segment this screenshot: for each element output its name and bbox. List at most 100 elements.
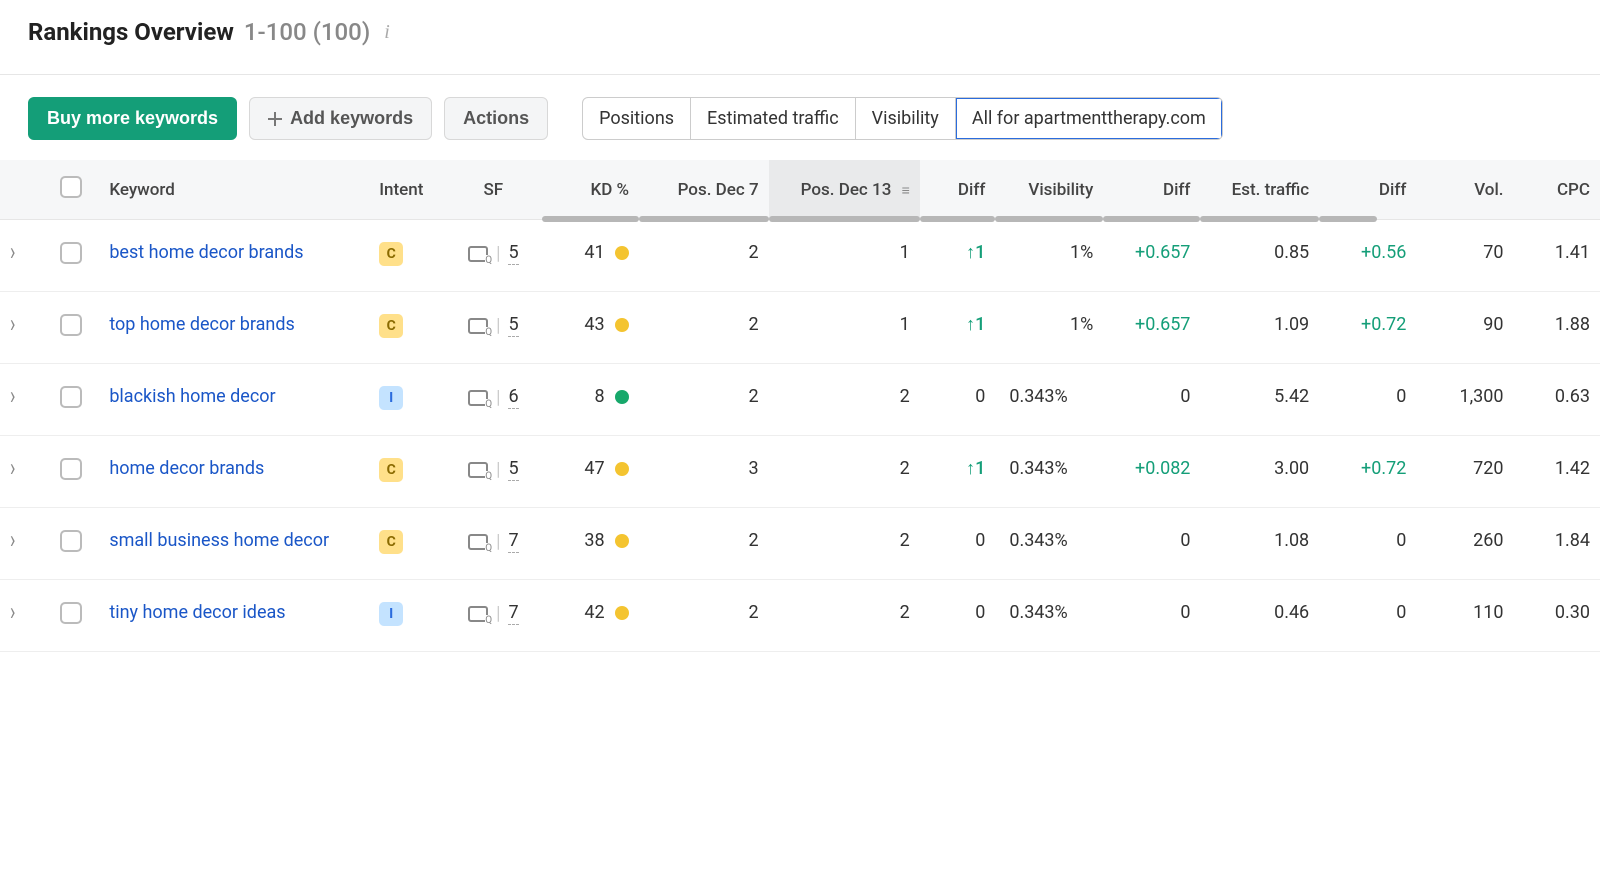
volume-value: 1,300 [1416, 364, 1513, 436]
serp-icon [468, 318, 488, 334]
serp-features[interactable]: |5 [468, 458, 519, 481]
tab-all-for-domain[interactable]: All for apartmenttherapy.com [956, 98, 1222, 139]
serp-features[interactable]: |7 [468, 602, 519, 625]
row-checkbox[interactable] [60, 242, 82, 264]
col-keyword[interactable]: Keyword [99, 160, 369, 220]
expand-row-icon[interactable]: › [10, 238, 20, 267]
serp-features[interactable]: |5 [468, 314, 519, 337]
col-sf[interactable]: SF [445, 160, 542, 220]
keyword-link[interactable]: home decor brands [109, 458, 264, 479]
kd-difficulty-dot [615, 606, 629, 620]
tab-positions[interactable]: Positions [583, 98, 691, 139]
intent-badge: C [379, 458, 403, 482]
select-all-checkbox[interactable] [60, 176, 82, 198]
page-range: 1-100 (100) [244, 18, 370, 46]
col-pos1[interactable]: Pos. Dec 7 [639, 160, 769, 220]
row-checkbox[interactable] [60, 386, 82, 408]
tab-estimated-traffic[interactable]: Estimated traffic [691, 98, 856, 139]
serp-icon [468, 534, 488, 550]
visibility-value: 1% [995, 292, 1103, 364]
est-traffic-diff: +0.72 [1319, 436, 1416, 508]
keyword-link[interactable]: tiny home decor ideas [109, 602, 285, 623]
col-expand [0, 160, 50, 220]
pos-dec13: 1 [769, 220, 920, 292]
table-row: ›blackish home decorI|68 2200.343%05.420… [0, 364, 1600, 436]
col-diff2[interactable]: Diff [1103, 160, 1200, 220]
horizontal-scrollbar[interactable] [920, 216, 996, 222]
serp-features[interactable]: |5 [468, 242, 519, 265]
intent-badge: C [379, 242, 403, 266]
pos-diff: ↑1 [920, 436, 996, 508]
horizontal-scrollbar[interactable] [995, 216, 1103, 222]
info-icon[interactable]: i [380, 21, 394, 44]
row-checkbox[interactable] [60, 458, 82, 480]
col-diff3[interactable]: Diff [1319, 160, 1416, 220]
serp-icon [468, 606, 488, 622]
expand-row-icon[interactable]: › [10, 598, 20, 627]
pos-dec7: 2 [639, 220, 769, 292]
tab-visibility[interactable]: Visibility [856, 98, 956, 139]
horizontal-scrollbar[interactable] [769, 216, 920, 222]
cpc-value: 1.84 [1514, 508, 1600, 580]
keyword-link[interactable]: top home decor brands [109, 314, 295, 335]
row-checkbox[interactable] [60, 602, 82, 624]
intent-badge: C [379, 314, 403, 338]
expand-row-icon[interactable]: › [10, 454, 20, 483]
table-row: ›home decor brandsC|547 32↑10.343%+0.082… [0, 436, 1600, 508]
page-header: Rankings Overview 1-100 (100) i [0, 0, 1600, 75]
add-keywords-label: Add keywords [290, 108, 413, 129]
horizontal-scrollbar[interactable] [542, 216, 639, 222]
expand-row-icon[interactable]: › [10, 310, 20, 339]
keyword-link[interactable]: best home decor brands [109, 242, 303, 263]
keyword-link[interactable]: blackish home decor [109, 386, 275, 407]
horizontal-scrollbar[interactable] [1103, 216, 1200, 222]
sort-indicator-icon: ≡ [902, 182, 910, 199]
serp-icon [468, 246, 488, 262]
row-checkbox[interactable] [60, 314, 82, 336]
horizontal-scrollbar[interactable] [1200, 216, 1319, 222]
col-intent[interactable]: Intent [369, 160, 445, 220]
col-pos2[interactable]: Pos. Dec 13 ≡ [769, 160, 920, 220]
col-visibility[interactable]: Visibility [995, 160, 1103, 220]
page-title: Rankings Overview [28, 18, 234, 46]
col-checkbox[interactable] [50, 160, 100, 220]
pos-diff: 0 [920, 364, 996, 436]
est-traffic-value: 3.00 [1200, 436, 1319, 508]
serp-count: 5 [508, 242, 518, 265]
keyword-link[interactable]: small business home decor [109, 530, 329, 551]
cpc-value: 0.63 [1514, 364, 1600, 436]
pos-dec13: 2 [769, 364, 920, 436]
serp-count: 5 [508, 314, 518, 337]
est-traffic-diff: 0 [1319, 364, 1416, 436]
kd-cell: 38 [542, 508, 639, 580]
table-row: ›small business home decorC|738 2200.343… [0, 508, 1600, 580]
pos-diff: 0 [920, 508, 996, 580]
kd-cell: 8 [542, 364, 639, 436]
plus-icon [268, 112, 282, 126]
actions-button[interactable]: Actions [444, 97, 548, 140]
col-est-traffic[interactable]: Est. traffic [1200, 160, 1319, 220]
expand-row-icon[interactable]: › [10, 526, 20, 555]
col-diff1[interactable]: Diff [920, 160, 996, 220]
serp-features[interactable]: |7 [468, 530, 519, 553]
expand-row-icon[interactable]: › [10, 382, 20, 411]
pos-dec7: 3 [639, 436, 769, 508]
volume-value: 90 [1416, 292, 1513, 364]
buy-keywords-button[interactable]: Buy more keywords [28, 97, 237, 140]
est-traffic-diff: 0 [1319, 508, 1416, 580]
est-traffic-diff: +0.56 [1319, 220, 1416, 292]
horizontal-scrollbar[interactable] [1319, 216, 1377, 222]
serp-count: 6 [508, 386, 518, 409]
row-checkbox[interactable] [60, 530, 82, 552]
add-keywords-button[interactable]: Add keywords [249, 97, 432, 140]
horizontal-scrollbar[interactable] [639, 216, 769, 222]
est-traffic-diff: 0 [1319, 580, 1416, 652]
intent-badge: C [379, 530, 403, 554]
col-cpc[interactable]: CPC [1514, 160, 1600, 220]
pos-dec13: 1 [769, 292, 920, 364]
toolbar: Buy more keywords Add keywords Actions P… [0, 75, 1600, 140]
cpc-value: 0.30 [1514, 580, 1600, 652]
col-vol[interactable]: Vol. [1416, 160, 1513, 220]
serp-features[interactable]: |6 [468, 386, 519, 409]
col-kd[interactable]: KD % [542, 160, 639, 220]
